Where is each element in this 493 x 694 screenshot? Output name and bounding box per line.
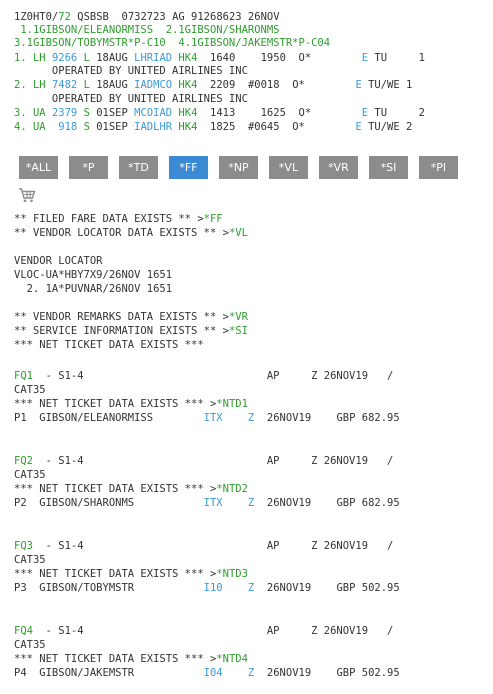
fare-quote-line: FQ3 - S1-4 AP Z 26NOV19 / [14,540,394,552]
p-button[interactable]: *P [69,156,108,179]
pi-button[interactable]: *PI [419,156,458,179]
fq-link[interactable]: FQ1 [14,370,33,382]
all-button[interactable]: *ALL [19,156,58,179]
vendor-locator-1: VLOC-UA*HBY7X9/26NOV 1651 [14,269,173,281]
flight-number-link[interactable]: 918 [58,121,77,133]
fare-passenger-line: P3 GIBSON/TOBYMSTR I10 Z 26NOV19 GBP 502… [14,582,400,594]
fare-passenger-line: P4 GIBSON/JAKEMSTR I04 Z 26NOV19 GBP 502… [14,667,400,679]
cat-line: CAT35 [14,639,46,651]
segment-3: 3. UA 2379 S 01SEP MCOIAD HK4 1413 1625 … [14,107,425,119]
operated-by-1: OPERATED BY UNITED AIRLINES INC [14,65,248,77]
route-link[interactable]: IADMCO [134,79,172,91]
agency-info: QSBSB 0732723 AG 91268623 26NOV [70,11,280,23]
net-ticket-line: *** NET TICKET DATA EXISTS *** >*NTD4 [14,653,248,665]
route-link[interactable]: IADLHR [134,121,172,133]
operated-by-2: OPERATED BY UNITED AIRLINES INC [14,93,248,105]
vr-link[interactable]: *VR [229,311,248,323]
filed-fare-line: ** FILED FARE DATA EXISTS ** >*FF [14,213,223,225]
flight-number-link[interactable]: 2379 [52,107,77,119]
net-ticket-line: *** NET TICKET DATA EXISTS *** >*NTD1 [14,398,248,410]
ntd-link[interactable]: *NTD4 [216,653,248,665]
fare-quote-line: FQ1 - S1-4 AP Z 26NOV19 / [14,370,394,382]
cat-line: CAT35 [14,554,46,566]
ff-link[interactable]: *FF [204,213,223,225]
si-link[interactable]: *SI [229,325,248,337]
flight-number-link[interactable]: 7482 [52,79,77,91]
net-ticket-line: *** NET TICKET DATA EXISTS *** [14,339,204,351]
record-count[interactable]: 72 [58,11,71,23]
fare-quote-line: FQ2 - S1-4 AP Z 26NOV19 / [14,455,394,467]
service-info-line: ** SERVICE INFORMATION EXISTS ** >*SI [14,325,248,337]
fare-quote-line: FQ4 - S1-4 AP Z 26NOV19 / [14,625,394,637]
fq-link[interactable]: FQ2 [14,455,33,467]
fare-passenger-line: P2 GIBSON/SHARONMS ITX Z 26NOV19 GBP 682… [14,497,400,509]
flight-number-link[interactable]: 9266 [52,52,77,64]
cat-line: CAT35 [14,469,46,481]
td-button[interactable]: *TD [119,156,158,179]
segment-2: 2. LH 7482 L 18AUG IADMCO HK4 2209 #0018… [14,79,413,91]
ff-button[interactable]: *FF [169,156,208,179]
cat-line: CAT35 [14,384,46,396]
si-button[interactable]: *SI [369,156,408,179]
segment-1: 1. LH 9266 L 18AUG LHRIAD HK4 1640 1950 … [14,52,425,64]
route-link[interactable]: LHRIAD [134,52,172,64]
ntd-link[interactable]: *NTD1 [216,398,248,410]
pnr-header: 1Z0HT0/72 QSBSB 0732723 AG 91268623 26NO… [14,11,280,24]
vendor-locator-title: VENDOR LOCATOR [14,255,103,267]
ntd-link[interactable]: *NTD3 [216,568,248,580]
segment-4: 4. UA 918 S 01SEP IADLHR HK4 1825 #0645 … [14,121,413,133]
vendor-locator-line: ** VENDOR LOCATOR DATA EXISTS ** >*VL [14,227,248,239]
passenger-names-1: 1.1GIBSON/ELEANORMISS 2.1GIBSON/SHARONMS [14,24,280,36]
fare-passenger-line: P1 GIBSON/ELEANORMISS ITX Z 26NOV19 GBP … [14,412,400,424]
vendor-locator-2: 2. 1A*PUVNAR/26NOV 1651 [14,283,173,295]
passenger-names-2: 3.1GIBSON/TOBYMSTR*P-C10 4.1GIBSON/JAKEM… [14,37,331,49]
np-button[interactable]: *NP [219,156,258,179]
fq-link[interactable]: FQ4 [14,625,33,637]
vl-button[interactable]: *VL [269,156,308,179]
ntd-link[interactable]: *NTD2 [216,483,248,495]
net-ticket-line: *** NET TICKET DATA EXISTS *** >*NTD2 [14,483,248,495]
route-link[interactable]: MCOIAD [134,107,172,119]
vendor-remarks-line: ** VENDOR REMARKS DATA EXISTS ** >*VR [14,311,248,323]
record-locator: 1Z0HT0/ [14,11,59,23]
vr-button[interactable]: *VR [319,156,358,179]
vl-link[interactable]: *VL [229,227,248,239]
net-ticket-line: *** NET TICKET DATA EXISTS *** >*NTD3 [14,568,248,580]
command-toolbar: *ALL *P *TD *FF *NP *VL *VR *SI *PI [19,156,479,179]
shopping-cart-icon[interactable] [18,187,36,203]
fq-link[interactable]: FQ3 [14,540,33,552]
